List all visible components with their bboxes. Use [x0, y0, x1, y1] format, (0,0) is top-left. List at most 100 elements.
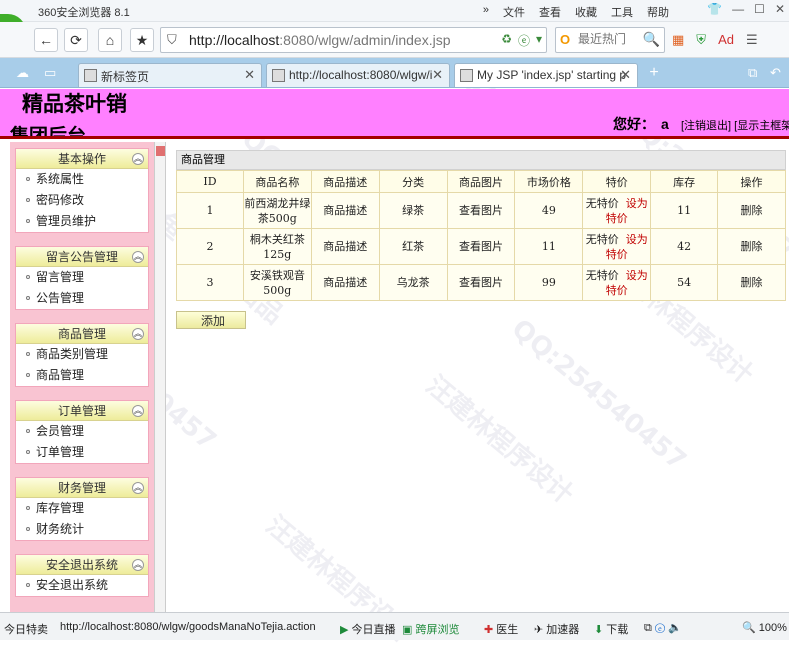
undo-icon[interactable]: ↶ [770, 65, 781, 81]
search-icon[interactable]: 🔍 [643, 31, 660, 48]
frame-splitter[interactable] [154, 142, 166, 612]
minimize-icon[interactable]: — [732, 2, 744, 16]
new-tab-button[interactable]: + [643, 64, 665, 84]
delete-link[interactable]: 删除 [717, 228, 786, 265]
favorite-button[interactable]: ★ [130, 28, 154, 52]
menu-header[interactable]: 订单管理 ︽ [16, 401, 148, 421]
sidebar-item-logout[interactable]: 安全退出系统 [16, 575, 148, 596]
apps-icon[interactable]: ▦ [672, 32, 684, 48]
restore-tab-icon[interactable]: ⧉ [748, 65, 757, 81]
sidebar-item-statistics[interactable]: 财务统计 [16, 519, 148, 540]
sidebar-item-password[interactable]: 密码修改 [16, 190, 148, 211]
collapse-icon[interactable]: ︽ [132, 482, 144, 494]
cell-image-link[interactable]: 查看图片 [446, 264, 516, 301]
status-live[interactable]: ▶ 今日直播 [340, 621, 396, 637]
tab-new-tab[interactable]: 新标签页 ✕ [78, 63, 262, 87]
sidebar-toggle-icon[interactable]: ▭ [44, 65, 56, 81]
menu-favorites[interactable]: 收藏 [575, 4, 597, 20]
sidebar-item-notices[interactable]: 公告管理 [16, 288, 148, 309]
rocket-icon: ✈ [534, 624, 544, 636]
status-crossscreen[interactable]: ▣ 跨屏浏览 [402, 621, 459, 637]
address-url[interactable]: http://localhost:8080/wlgw/admin/index.j… [189, 32, 451, 48]
close-icon[interactable]: ✕ [432, 67, 443, 83]
sidebar-item-goods[interactable]: 商品管理 [16, 365, 148, 386]
status-today-sale[interactable]: 今日特卖 [4, 621, 48, 637]
home-button[interactable]: ⌂ [98, 28, 122, 52]
collapse-icon[interactable]: ︽ [132, 328, 144, 340]
column-header: 分类 [378, 170, 448, 193]
status-zoom[interactable]: 🔍 100% [742, 621, 787, 634]
status-download[interactable]: ⬇ 下载 [594, 621, 628, 637]
collapse-icon[interactable]: ︽ [132, 559, 144, 571]
cell-name: 前西湖龙井绿茶500g [242, 192, 312, 229]
cell-desc-link[interactable]: 商品描述 [310, 264, 380, 301]
sidebar-item-categories[interactable]: 商品类别管理 [16, 344, 148, 365]
column-header: ID [176, 170, 244, 193]
close-icon[interactable]: ✕ [244, 67, 255, 83]
recycle-icon[interactable]: ♻ [501, 32, 512, 49]
column-header: 库存 [650, 170, 719, 193]
menu-header[interactable]: 基本操作 ︽ [16, 149, 148, 169]
sidebar-item-members[interactable]: 会员管理 [16, 421, 148, 442]
menu-view[interactable]: 查看 [539, 4, 561, 20]
security-icon[interactable]: ⛨ [696, 32, 706, 48]
tab-label: 新标签页 [101, 70, 150, 84]
search-engine-icon[interactable]: O [560, 32, 570, 47]
adblock-icon[interactable]: Ad [718, 32, 734, 48]
delete-link[interactable]: 删除 [717, 264, 786, 301]
sidebar-item-messages[interactable]: 留言管理 [16, 267, 148, 288]
search-input[interactable] [578, 32, 642, 46]
menu-header[interactable]: 商品管理 ︽ [16, 324, 148, 344]
menu-help[interactable]: 帮助 [647, 4, 669, 20]
cell-id: 2 [176, 228, 244, 265]
header-links[interactable]: [注销退出] [显示主框架 [681, 117, 789, 133]
bullet-icon [26, 526, 30, 531]
menu-file[interactable]: 文件 [503, 4, 525, 20]
address-bar[interactable]: ⛉ http://localhost:8080/wlgw/admin/index… [160, 27, 547, 53]
special-status: 无特价 [585, 268, 619, 282]
restore-icon[interactable]: ⧉ [644, 622, 652, 634]
collapse-icon[interactable]: ︽ [132, 405, 144, 417]
status-doctor[interactable]: ✚ 医生 [484, 621, 518, 637]
bullet-icon [26, 218, 30, 223]
menu-header[interactable]: 留言公告管理 ︽ [16, 247, 148, 267]
chevron-down-icon[interactable]: ▾ [536, 32, 542, 49]
refresh-button[interactable]: ⟳ [64, 28, 88, 52]
splitter-handle[interactable] [156, 146, 165, 156]
search-box[interactable]: O 🔍 [555, 27, 665, 53]
delete-link[interactable]: 删除 [717, 192, 786, 229]
cell-image-link[interactable]: 查看图片 [446, 228, 516, 265]
sidebar-item-stock[interactable]: 库存管理 [16, 498, 148, 519]
ie-icon[interactable]: ⓔ [655, 622, 665, 634]
menu-header[interactable]: 财务管理 ︽ [16, 478, 148, 498]
cell-image-link[interactable]: 查看图片 [446, 192, 516, 229]
cell-desc-link[interactable]: 商品描述 [310, 228, 380, 265]
menu-icon[interactable]: ☰ [746, 32, 758, 48]
cell-desc-link[interactable]: 商品描述 [310, 192, 380, 229]
menu-more[interactable]: » [483, 4, 489, 20]
sidebar-item-orders[interactable]: 订单管理 [16, 442, 148, 463]
column-header: 商品图片 [446, 170, 516, 193]
cloud-icon[interactable]: ☁ [16, 65, 29, 81]
menu-finance: 财务管理 ︽ 库存管理 财务统计 [15, 477, 149, 541]
tab-localhost[interactable]: http://localhost:8080/wlgw/i ✕ [266, 63, 450, 87]
sidebar-item-system-props[interactable]: 系统属性 [16, 169, 148, 190]
collapse-icon[interactable]: ︽ [132, 153, 144, 165]
speaker-icon[interactable]: 🔈 [668, 622, 682, 634]
bullet-icon [26, 372, 30, 377]
ie-mode-icon[interactable]: ⓔ [518, 32, 530, 49]
column-header: 市场价格 [514, 170, 584, 193]
menu-header[interactable]: 安全退出系统 ︽ [16, 555, 148, 575]
tab-index-jsp[interactable]: My JSP 'index.jsp' starting p ✕ [454, 63, 638, 87]
close-icon[interactable]: ✕ [775, 2, 785, 16]
menu-tools[interactable]: 工具 [611, 4, 633, 20]
add-goods-button[interactable]: 添加 [176, 311, 246, 329]
back-button[interactable]: ← [34, 28, 58, 52]
status-accelerator[interactable]: ✈ 加速器 [534, 621, 579, 637]
close-icon[interactable]: ✕ [620, 67, 631, 83]
maximize-icon[interactable]: ☐ [754, 2, 765, 16]
collapse-icon[interactable]: ︽ [132, 251, 144, 263]
tab-label: http://localhost:8080/wlgw/i [289, 68, 433, 82]
shirt-icon[interactable]: 👕 [707, 2, 722, 16]
sidebar-item-admin-maintain[interactable]: 管理员维护 [16, 211, 148, 232]
